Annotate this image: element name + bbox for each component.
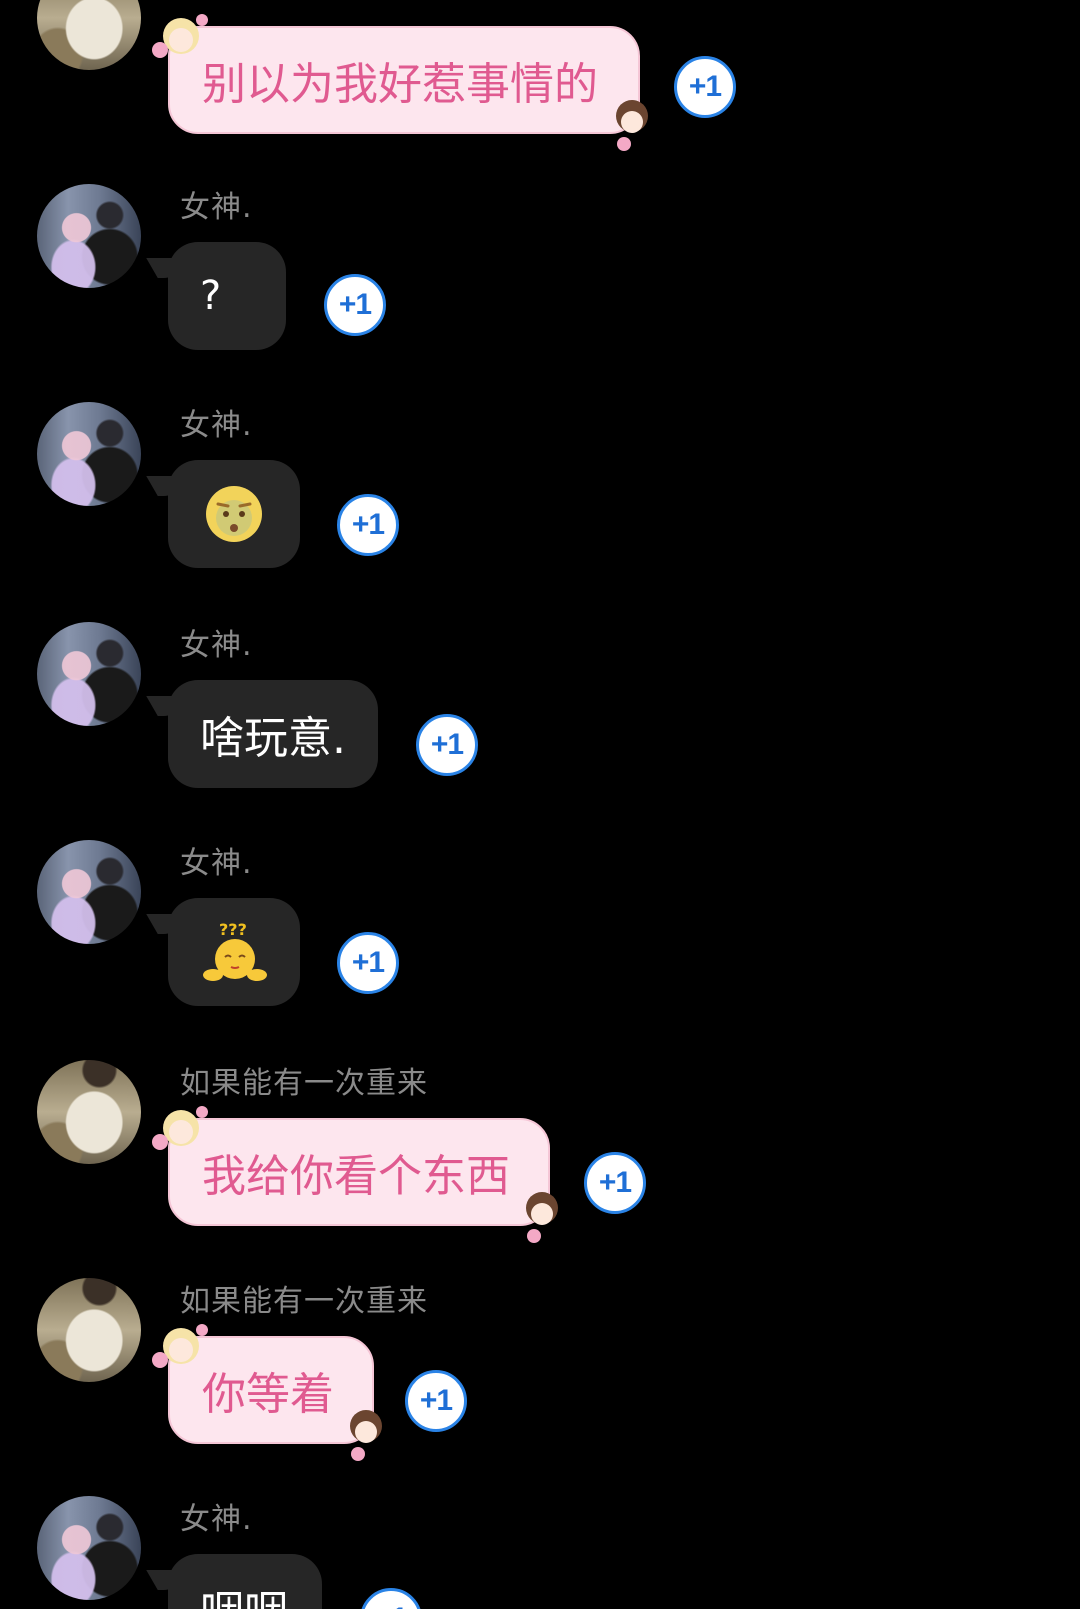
plus-one-button[interactable]: +1 <box>584 1152 646 1214</box>
sender-name: 女神. <box>180 846 253 881</box>
message-bubble[interactable]: ? <box>168 242 286 350</box>
plus-one-button[interactable]: +1 <box>405 1370 467 1432</box>
message-bubble[interactable]: 咽咽 <box>168 1554 322 1609</box>
sender-name: 女神. <box>180 408 253 443</box>
message-text: 咽咽 <box>200 1576 288 1609</box>
message-bubble[interactable]: ??? <box>168 898 300 1006</box>
sender-name: 如果能有一次重来 <box>180 1066 428 1101</box>
message-text: 啥玩意. <box>200 713 346 764</box>
plus-one-button[interactable]: +1 <box>360 1588 422 1609</box>
chat-message-list[interactable]: 别以为我好惹事情的 +1 女神. ? +1 女神. +1 女神. 啥玩意. +1… <box>0 0 1080 1609</box>
message-bubble[interactable] <box>168 460 300 568</box>
girl-sticker-icon <box>152 1106 208 1150</box>
sender-name: 如果能有一次重来 <box>180 1284 428 1319</box>
confused-question-marks-emoji-icon: ??? <box>203 920 267 981</box>
message-text: 别以为我好惹事情的 <box>202 59 598 110</box>
avatar[interactable] <box>37 1060 141 1164</box>
message-bubble[interactable]: 你等着 <box>152 1324 382 1461</box>
avatar[interactable] <box>37 840 141 944</box>
boy-sticker-icon <box>350 1410 382 1461</box>
avatar[interactable] <box>37 0 141 70</box>
avatar[interactable] <box>37 402 141 506</box>
svg-text:???: ??? <box>219 920 247 939</box>
message-text: 你等着 <box>202 1369 334 1420</box>
plus-one-button[interactable]: +1 <box>324 274 386 336</box>
plus-one-button[interactable]: +1 <box>337 932 399 994</box>
girl-sticker-icon <box>152 1324 208 1368</box>
boy-sticker-icon <box>526 1192 558 1243</box>
message-text: 我给你看个东西 <box>202 1151 510 1202</box>
message-bubble[interactable]: 别以为我好惹事情的 <box>152 14 648 151</box>
avatar[interactable] <box>37 622 141 726</box>
girl-sticker-icon <box>152 14 208 58</box>
message-bubble[interactable]: 啥玩意. <box>168 680 378 788</box>
avatar[interactable] <box>37 1496 141 1600</box>
avatar[interactable] <box>37 1278 141 1382</box>
message-bubble[interactable]: 我给你看个东西 <box>152 1106 558 1243</box>
message-text: ? <box>200 273 222 319</box>
boy-sticker-icon <box>616 100 648 151</box>
avatar[interactable] <box>37 184 141 288</box>
plus-one-button[interactable]: +1 <box>337 494 399 556</box>
sender-name: 女神. <box>180 190 253 225</box>
sender-name: 女神. <box>180 628 253 663</box>
plus-one-button[interactable]: +1 <box>416 714 478 776</box>
sender-name: 女神. <box>180 1502 253 1537</box>
plus-one-button[interactable]: +1 <box>674 56 736 118</box>
frowning-face-emoji-icon <box>206 486 262 542</box>
